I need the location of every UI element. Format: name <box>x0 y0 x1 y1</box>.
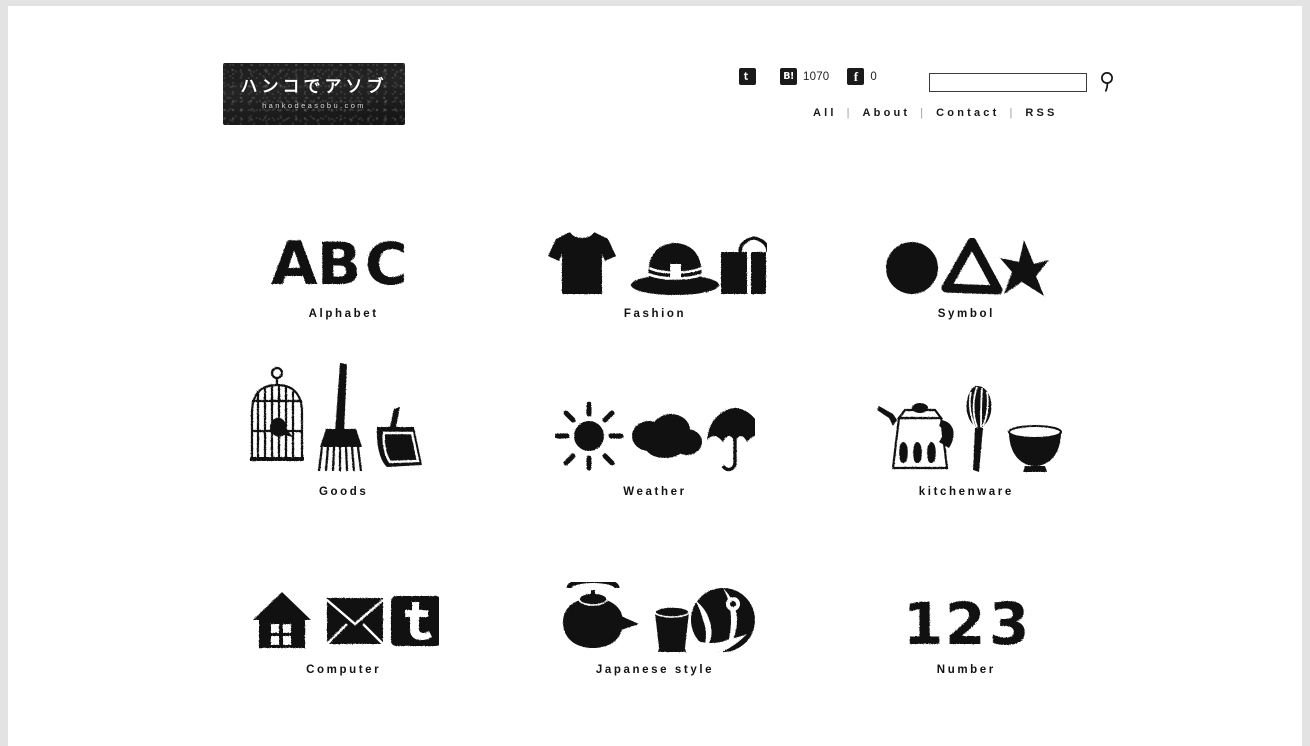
svg-text:2: 2 <box>945 592 985 654</box>
category-symbol[interactable]: Symbol <box>811 206 1122 384</box>
category-label: Fashion <box>623 308 687 320</box>
nav-separator: | <box>1009 107 1013 119</box>
category-japanese-style[interactable]: Japanese style <box>499 562 810 740</box>
logo-title-japanese: ハンコでアソブ <box>240 77 388 97</box>
hatena-bookmark-count: 1070 <box>803 70 830 83</box>
category-alphabet[interactable]: A B C Alphabet <box>188 206 499 384</box>
goods-stamp-art <box>244 363 444 476</box>
category-label: Symbol <box>937 308 995 320</box>
svg-text:3: 3 <box>989 592 1029 654</box>
facebook-icon: f <box>847 68 865 85</box>
number-stamp-art: 1 2 3 <box>901 562 1031 654</box>
nav-link-contact[interactable]: Contact <box>936 107 999 119</box>
facebook-link[interactable]: f 0 <box>847 68 877 85</box>
page-canvas: ハンコでアソブ hankodeasobu.com B! 1070 f 0 All… <box>8 6 1302 746</box>
alphabet-stamp-art: A B C <box>269 206 419 298</box>
computer-stamp-art <box>249 562 439 654</box>
site-header: ハンコでアソブ hankodeasobu.com B! 1070 f 0 All… <box>8 6 1302 156</box>
search-input[interactable] <box>929 72 1087 92</box>
category-kitchenware[interactable]: kitchenware <box>811 384 1122 562</box>
svg-text:C: C <box>365 230 408 298</box>
category-number[interactable]: 1 2 3 Number <box>811 562 1122 740</box>
search-button[interactable] <box>1096 69 1118 95</box>
social-links: B! 1070 f 0 <box>739 68 895 85</box>
category-label: Goods <box>318 486 369 498</box>
category-label: Weather <box>623 486 687 498</box>
svg-text:A: A <box>271 230 318 298</box>
twitter-icon <box>739 68 756 85</box>
fashion-stamp-art <box>542 206 768 298</box>
category-weather[interactable]: Weather <box>499 384 810 562</box>
category-grid: A B C Alphabet Fashion Symbol Goods Weat… <box>8 206 1302 740</box>
category-label: Alphabet <box>308 308 379 320</box>
nav-link-all[interactable]: All <box>813 107 837 119</box>
svg-text:1: 1 <box>903 592 943 654</box>
hatena-bookmark-icon: B! <box>780 68 797 85</box>
search-icon <box>1100 72 1113 92</box>
category-label: kitchenware <box>918 486 1014 498</box>
category-label: Japanese style <box>595 664 715 676</box>
svg-text:B: B <box>317 230 361 298</box>
japanese-style-stamp-art <box>555 562 755 654</box>
logo-domain-text: hankodeasobu.com <box>262 101 366 111</box>
symbol-stamp-art <box>884 206 1049 298</box>
twitter-link[interactable] <box>739 68 762 85</box>
site-logo[interactable]: ハンコでアソブ hankodeasobu.com <box>223 63 405 125</box>
category-label: Computer <box>306 664 382 676</box>
nav-link-rss[interactable]: RSS <box>1025 107 1057 119</box>
search-form <box>929 69 1118 95</box>
main-navigation: All | About | Contact | RSS <box>813 107 1058 119</box>
category-label: Number <box>936 664 996 676</box>
nav-separator: | <box>920 107 924 119</box>
hatena-bookmark-link[interactable]: B! 1070 <box>780 68 829 85</box>
category-fashion[interactable]: Fashion <box>499 206 810 384</box>
category-goods[interactable]: Goods <box>188 363 499 562</box>
facebook-count: 0 <box>870 70 877 83</box>
kitchenware-stamp-art <box>869 384 1064 476</box>
nav-separator: | <box>846 107 850 119</box>
weather-stamp-art <box>554 384 755 476</box>
nav-link-about[interactable]: About <box>863 107 911 119</box>
category-computer[interactable]: Computer <box>188 562 499 740</box>
